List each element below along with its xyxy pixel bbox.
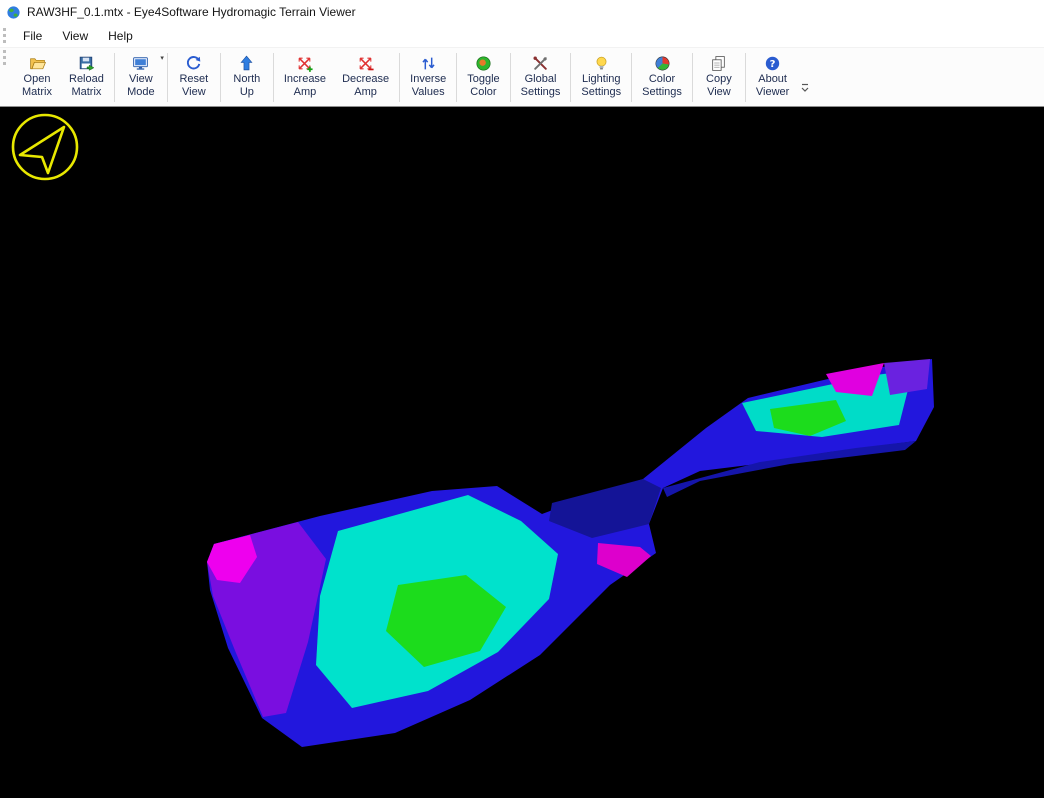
toolbar-separator — [273, 53, 274, 102]
open-folder-icon — [29, 54, 46, 73]
toolbar-button-label-line2: Amp — [354, 86, 377, 99]
view-mode-dropdown-caret[interactable]: ▾ — [160, 53, 164, 66]
toolbar-button-label-line2: Values — [412, 86, 445, 99]
toolbar-button-label-line2: Settings — [642, 86, 682, 99]
toolbar-button-label-line2: View — [707, 86, 731, 99]
menu-view[interactable]: View — [52, 26, 98, 46]
toolbar-button-label-line2: Amp — [294, 86, 317, 99]
toolbar-button-label-line1: Reload — [69, 73, 104, 86]
menu-help[interactable]: Help — [98, 26, 143, 46]
toolbar-button-label-line1: Copy — [706, 73, 732, 86]
toolbar-button-reload-matrix[interactable]: Reload Matrix — [61, 50, 112, 105]
reset-arrow-icon — [185, 54, 202, 73]
window-title: RAW3HF_0.1.mtx - Eye4Software Hydromagic… — [27, 5, 356, 19]
toolbar-separator — [692, 53, 693, 102]
toolbar-separator — [220, 53, 221, 102]
toolbar-button-label-line1: Global — [525, 73, 557, 86]
toolbar-button-decrease-amp[interactable]: Decrease Amp — [334, 50, 397, 105]
app-globe-icon — [6, 5, 21, 20]
toolbar-separator — [456, 53, 457, 102]
toolbar-separator — [745, 53, 746, 102]
toolbar-button-label-line1: Open — [24, 73, 51, 86]
toolbar-button-copy-view[interactable]: Copy View — [695, 50, 743, 105]
terrain-layer-purple-ne-tip — [884, 359, 930, 395]
toggle-color-sphere-icon — [475, 54, 492, 73]
toolbar-button-label-line1: Inverse — [410, 73, 446, 86]
toolbar-button-color-settings[interactable]: Color Settings — [634, 50, 690, 105]
toolbar-button-label-line1: Toggle — [467, 73, 499, 86]
toolbar-button-label-line2: View — [182, 86, 206, 99]
toolbar-button-reset-view[interactable]: Reset View — [170, 50, 218, 105]
toolbar-button-label-line1: Color — [649, 73, 675, 86]
toolbar: Open Matrix Reload Matrix View Mode ▾ Re… — [0, 48, 1044, 107]
increase-arrows-icon — [296, 54, 313, 73]
toolbar-button-increase-amp[interactable]: Increase Amp — [276, 50, 334, 105]
toolbar-button-label-line1: Lighting — [582, 73, 621, 86]
toolbar-button-toggle-color[interactable]: Toggle Color — [459, 50, 507, 105]
toolbar-separator — [167, 53, 168, 102]
toolbar-separator — [399, 53, 400, 102]
toolbar-button-label-line2: Color — [470, 86, 496, 99]
color-sphere-icon — [654, 54, 671, 73]
toolbar-button-label-line2: Up — [240, 86, 254, 99]
light-bulb-icon — [593, 54, 610, 73]
toolbar-button-north-up[interactable]: North Up — [223, 50, 271, 105]
toolbar-button-label-line1: Decrease — [342, 73, 389, 86]
inverse-arrows-icon — [420, 54, 437, 73]
toolbar-button-label-line1: Reset — [179, 73, 208, 86]
app-window: RAW3HF_0.1.mtx - Eye4Software Hydromagic… — [0, 0, 1044, 798]
toolbar-overflow-button[interactable] — [800, 82, 810, 100]
toolbar-button-label-line2: Viewer — [756, 86, 789, 99]
toolbar-separator — [631, 53, 632, 102]
reload-disk-icon — [78, 54, 95, 73]
toolbar-button-label-line2: Matrix — [71, 86, 101, 99]
north-arrow-icon — [238, 54, 255, 73]
question-mark-icon: ? — [764, 54, 781, 73]
toolbar-button-about-viewer[interactable]: ? About Viewer — [748, 50, 797, 105]
monitor-icon — [132, 54, 149, 73]
toolbar-button-label-line2: Settings — [521, 86, 561, 99]
toolbar-button-label-line2: Settings — [581, 86, 621, 99]
toolbar-button-global-settings[interactable]: Global Settings — [513, 50, 569, 105]
decrease-arrows-icon — [357, 54, 374, 73]
svg-text:?: ? — [770, 59, 776, 70]
overflow-chevron-icon — [800, 83, 810, 95]
terrain-viewport[interactable] — [0, 107, 1044, 798]
toolbar-grip-handle[interactable] — [3, 50, 8, 65]
toolbar-buttons: Open Matrix Reload Matrix View Mode ▾ Re… — [13, 50, 797, 105]
toolbar-button-label-line1: About — [758, 73, 787, 86]
title-bar: RAW3HF_0.1.mtx - Eye4Software Hydromagic… — [0, 0, 1044, 24]
crossed-tools-icon — [532, 54, 549, 73]
toolbar-separator — [510, 53, 511, 102]
toolbar-button-inverse-values[interactable]: Inverse Values — [402, 50, 454, 105]
toolbar-separator — [570, 53, 571, 102]
compass-icon — [8, 111, 82, 185]
toolbar-button-open-matrix[interactable]: Open Matrix — [13, 50, 61, 105]
toolbar-button-label-line1: North — [233, 73, 260, 86]
toolbar-button-label-line1: Increase — [284, 73, 326, 86]
toolbar-button-label-line2: Matrix — [22, 86, 52, 99]
toolbar-separator — [114, 53, 115, 102]
terrain-svg — [0, 107, 1044, 798]
menubar-grip-handle[interactable] — [3, 28, 8, 43]
toolbar-button-view-mode[interactable]: View Mode ▾ — [117, 50, 165, 105]
toolbar-button-label-line1: View — [129, 73, 153, 86]
toolbar-button-lighting-settings[interactable]: Lighting Settings — [573, 50, 629, 105]
copy-document-icon — [710, 54, 727, 73]
menu-bar: File View Help — [0, 24, 1044, 48]
menu-file[interactable]: File — [13, 26, 52, 46]
toolbar-button-label-line2: Mode — [127, 86, 155, 99]
